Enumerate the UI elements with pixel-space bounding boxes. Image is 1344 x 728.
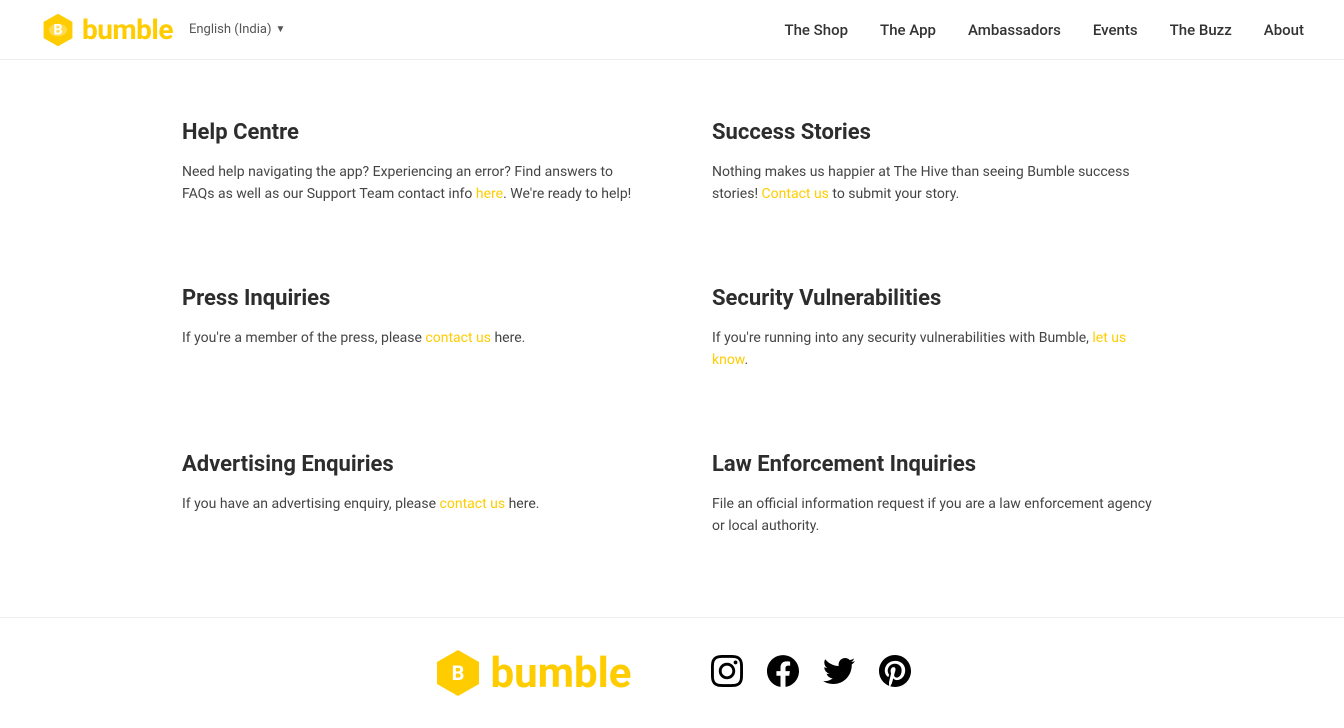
card-help-centre: Help Centre Need help navigating the app… — [182, 100, 632, 226]
advertising-enquiries-body: If you have an advertising enquiry, plea… — [182, 493, 632, 515]
security-vulnerabilities-link[interactable]: let us know — [712, 330, 1126, 368]
card-advertising-enquiries: Advertising Enquiries If you have an adv… — [182, 432, 632, 558]
instagram-link[interactable] — [711, 655, 743, 691]
help-centre-link[interactable]: here — [476, 186, 503, 202]
security-vulnerabilities-body: If you're running into any security vuln… — [712, 327, 1162, 372]
logo-text: bumble — [82, 13, 173, 46]
pinterest-link[interactable] — [879, 655, 911, 691]
instagram-icon — [711, 655, 743, 687]
advertising-enquiries-title: Advertising Enquiries — [182, 452, 632, 477]
social-icons — [711, 655, 911, 691]
facebook-link[interactable] — [767, 655, 799, 691]
chevron-down-icon: ▼ — [276, 24, 286, 35]
nav-ambassadors[interactable]: Ambassadors — [968, 21, 1061, 39]
cards-grid: Help Centre Need help navigating the app… — [182, 100, 1162, 557]
logo-link[interactable]: B bumble — [40, 12, 173, 48]
header-left: B bumble English (India) ▼ — [40, 12, 285, 48]
press-inquiries-title: Press Inquiries — [182, 286, 632, 311]
language-selector[interactable]: English (India) ▼ — [189, 22, 285, 37]
main-content: Help Centre Need help navigating the app… — [122, 60, 1222, 597]
help-centre-body: Need help navigating the app? Experienci… — [182, 161, 632, 206]
nav-shop[interactable]: The Shop — [784, 21, 848, 39]
nav-about[interactable]: About — [1264, 21, 1304, 39]
nav-buzz[interactable]: The Buzz — [1170, 21, 1232, 39]
svg-text:B: B — [451, 661, 464, 685]
nav-events[interactable]: Events — [1093, 21, 1138, 39]
language-label: English (India) — [189, 22, 272, 37]
success-stories-body: Nothing makes us happier at The Hive tha… — [712, 161, 1162, 206]
facebook-icon — [767, 655, 799, 687]
card-success-stories: Success Stories Nothing makes us happier… — [712, 100, 1162, 226]
card-law-enforcement: Law Enforcement Inquiries File an offici… — [712, 432, 1162, 558]
help-centre-title: Help Centre — [182, 120, 632, 145]
twitter-link[interactable] — [823, 655, 855, 691]
press-inquiries-link[interactable]: contact us — [425, 330, 491, 346]
footer-logo-text: bumble — [491, 649, 632, 698]
press-inquiries-body: If you're a member of the press, please … — [182, 327, 632, 349]
twitter-icon — [823, 655, 855, 687]
law-enforcement-body: File an official information request if … — [712, 493, 1162, 538]
nav-app[interactable]: The App — [880, 21, 936, 39]
footer-logo: B bumble — [433, 648, 632, 698]
security-vulnerabilities-title: Security Vulnerabilities — [712, 286, 1162, 311]
success-stories-title: Success Stories — [712, 120, 1162, 145]
card-security-vulnerabilities: Security Vulnerabilities If you're runni… — [712, 266, 1162, 392]
footer-bumble-logo-icon: B — [433, 648, 483, 698]
site-footer: B bumble — [0, 617, 1344, 728]
bumble-logo-icon: B — [40, 12, 76, 48]
svg-text:B: B — [53, 21, 62, 38]
advertising-enquiries-link[interactable]: contact us — [440, 496, 506, 512]
site-header: B bumble English (India) ▼ The Shop The … — [0, 0, 1344, 60]
card-press-inquiries: Press Inquiries If you're a member of th… — [182, 266, 632, 392]
law-enforcement-title: Law Enforcement Inquiries — [712, 452, 1162, 477]
main-nav: The Shop The App Ambassadors Events The … — [784, 21, 1304, 39]
success-stories-link[interactable]: Contact us — [762, 186, 829, 202]
pinterest-icon — [879, 655, 911, 687]
